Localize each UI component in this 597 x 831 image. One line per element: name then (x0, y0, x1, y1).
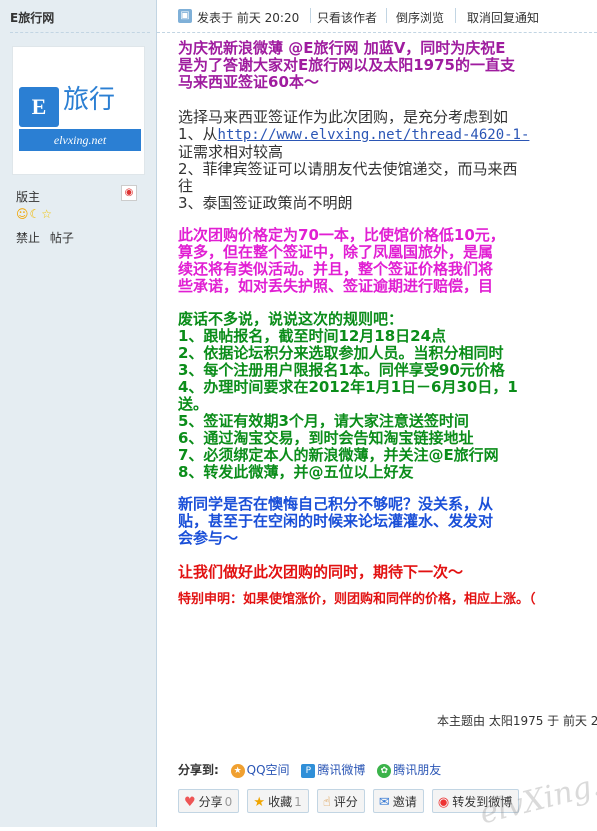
newbie-line: 贴，甚至于在空闲的时候来论坛灌灌水、发发对 (178, 512, 494, 530)
moderation-actions: 禁止 帖子 (16, 229, 80, 246)
rule-item: 7、必须绑定本人的新浪微薄，并关注@E旅行网 (178, 446, 499, 464)
avatar-logo-letter: E (19, 87, 59, 127)
rule-item: 2、依据论坛积分来选取参加人员。当积分相同时 (178, 344, 504, 362)
thread-link[interactable]: http://www.elvxing.net/thread-4620-1- (218, 127, 530, 143)
avatar-logo-url: elvxing.net (19, 129, 141, 151)
rate-button[interactable]: ☝ 评分 (316, 789, 365, 813)
price-line: 算多，但在整个签证中，除了凤凰国旅外，是属 (178, 243, 494, 261)
divider (310, 8, 311, 23)
avatar-logo-text: 旅行 (63, 85, 116, 115)
reason-line: 往 (178, 177, 194, 195)
reverse-order-link[interactable]: 倒序浏览 (396, 9, 444, 26)
rule-item: 3、每个注册用户限报名1本。同伴享受90元价格 (178, 361, 505, 379)
share-qzone-link[interactable]: QQ空间 (247, 763, 290, 777)
rule-item: 1、跟帖报名，截至时间12月18日24点 (178, 327, 447, 345)
cancel-notify-link[interactable]: 取消回复通知 (467, 9, 539, 26)
star-icon: ☆ (41, 207, 54, 221)
online-status-icon: ▣ (178, 9, 192, 23)
newbie-line: 新同学是否在懊悔自己积分不够呢？没关系，从 (178, 495, 494, 513)
edit-note: 本主题由 太阳1975 于 前天 2 (437, 714, 597, 728)
share-tweibo-link[interactable]: 腾讯微博 (317, 763, 365, 777)
divider (455, 8, 456, 23)
watermark: elvXing.net (476, 755, 597, 831)
invite-icon: ✉ (378, 795, 390, 810)
intro-line: 是为了答谢大家对E旅行网以及太阳1975的一直支 (178, 56, 515, 74)
invite-button[interactable]: ✉ 邀请 (372, 789, 424, 813)
reason-line: 1、从http://www.elvxing.net/thread-4620-1- (178, 126, 597, 144)
post-body: 为庆祝新浪微薄 @E旅行网 加蓝V，同时为庆祝E 是为了答谢大家对E旅行网以及太… (178, 40, 597, 608)
share-pengyou-link[interactable]: 腾讯朋友 (393, 763, 441, 777)
rule-item: 送。 (178, 395, 209, 413)
price-line: 续还将有类似活动。并且，整个签证价格我们将 (178, 260, 494, 278)
reason-line: 证需求相对较高 (178, 143, 284, 161)
newbie-line: 会参与～ (178, 529, 239, 547)
user-rank[interactable]: 版主 (16, 188, 40, 205)
invite-button-label: 邀请 (392, 795, 417, 809)
reason-prefix: 1、从 (178, 125, 218, 143)
post-action-buttons: ♥ 分享 0 ★ 收藏 1 ☝ 评分 ✉ 邀请 ◉ 转发到微博 (178, 789, 522, 813)
rules-title: 废话不多说，说说这次的规则吧： (178, 310, 404, 328)
sun-icon: ☺ (16, 207, 30, 221)
special-notice: 特别申明：如果使馆涨价，则团购和同伴的价格，相应上涨。（ (178, 592, 536, 607)
favorite-count: 1 (294, 795, 302, 809)
moon-icon: ☾ (29, 207, 42, 221)
favorite-button[interactable]: ★ 收藏 1 (247, 789, 309, 813)
share-button[interactable]: ♥ 分享 0 (178, 789, 240, 813)
share-button-label: 分享 (198, 795, 223, 809)
avatar[interactable]: E 旅行 elvxing.net (12, 46, 145, 175)
pengyou-icon: ✿ (377, 763, 392, 778)
price-line: 些承诺，如对丢失护照、签证逾期进行赔偿，目 (178, 277, 494, 295)
rule-item: 4、办理时间要求在2012年1月1日－6月30日，1 (178, 378, 518, 396)
price-line: 此次团购价格定为70一本，比使馆价格低10元， (178, 226, 505, 244)
posts-link[interactable]: 帖子 (50, 231, 74, 245)
heart-icon: ♥ (184, 795, 196, 810)
post-time: 发表于 前天 20:20 (197, 11, 300, 25)
tencent-weibo-icon: P (301, 763, 316, 778)
ban-link[interactable]: 禁止 (16, 231, 40, 245)
weibo-icon: ◉ (437, 795, 450, 810)
only-author-link[interactable]: 只看该作者 (317, 9, 377, 26)
favorite-button-label: 收藏 (268, 795, 293, 809)
intro-line: 马来西亚签证60本～ (178, 73, 319, 91)
closing-line: 让我们做好此次团购的同时，期待下一次～ (178, 563, 464, 581)
star-icon: ★ (253, 795, 266, 810)
author-sidebar: E旅行网 E 旅行 elvxing.net 版主 ◉ ☺☾☆ 禁止 帖子 (0, 0, 157, 827)
share-label: 分享到: (178, 763, 219, 777)
intro-line: 为庆祝新浪微薄 @E旅行网 加蓝V，同时为庆祝E (178, 40, 506, 57)
qzone-icon: ★ (230, 763, 245, 778)
rule-item: 5、签证有效期3个月，请大家注意送签时间 (178, 412, 469, 430)
rank-stars: ☺☾☆ (16, 207, 53, 221)
rate-button-label: 评分 (333, 795, 358, 809)
share-count: 0 (224, 795, 233, 809)
share-bar: 分享到: ★ QQ空间 P 腾讯微博 ✿ 腾讯朋友 (178, 761, 441, 778)
rule-item: 6、通过淘宝交易，到时会告知淘宝链接地址 (178, 429, 474, 447)
post-meta-bar: ▣ 发表于 前天 20:20 只看该作者 倒序浏览 取消回复通知 (157, 0, 597, 33)
author-name[interactable]: E旅行网 (10, 9, 54, 26)
rule-item: 8、转发此微薄，并@五位以上好友 (178, 463, 414, 481)
reason-intro: 选择马来西亚签证作为此次团购，是充分考虑到如 (178, 108, 509, 126)
reason-line: 2、菲律宾签证可以请朋友代去使馆递交，而马来西 (178, 160, 518, 178)
reason-line: 3、泰国签证政策尚不明朗 (178, 194, 353, 212)
thumbs-up-icon: ☝ (322, 795, 331, 810)
sidebar-divider (10, 32, 150, 33)
divider (386, 8, 387, 23)
weibo-icon[interactable]: ◉ (121, 185, 137, 201)
